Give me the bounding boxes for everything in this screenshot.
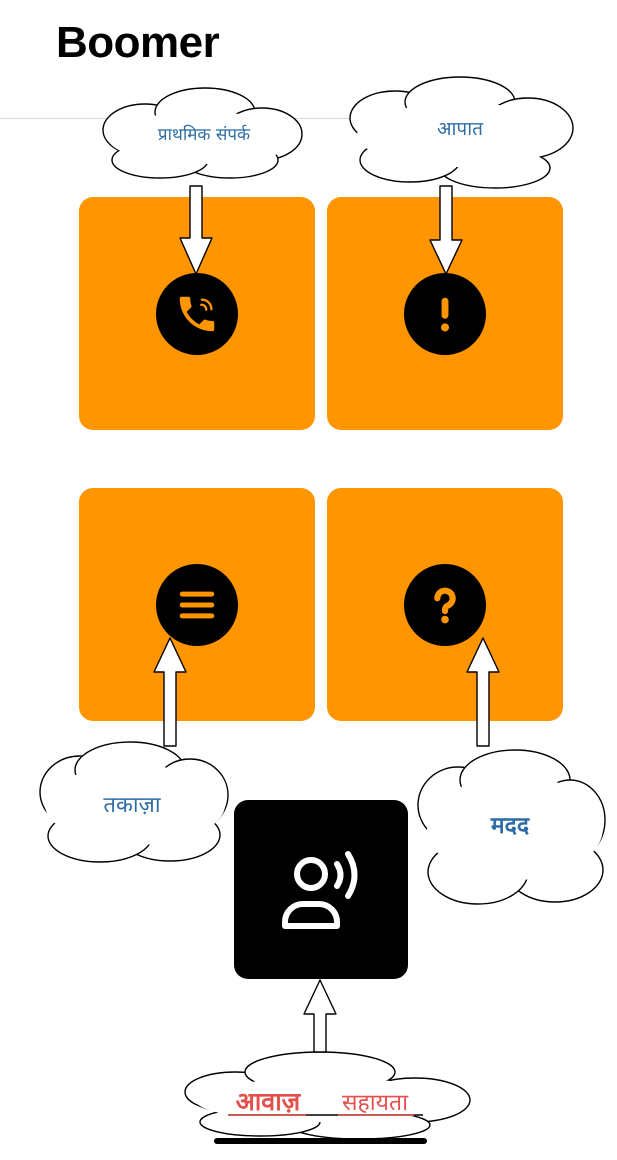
label-emergency: आपात (437, 118, 484, 140)
menu-lines-icon (156, 563, 238, 646)
label-demand: तकाज़ा (103, 793, 160, 818)
arrow-voice (303, 979, 337, 1053)
demand-tile[interactable] (79, 488, 315, 721)
voice-assist-icon (282, 850, 358, 929)
label-help: मदद (490, 813, 530, 839)
cloud-help (417, 749, 606, 905)
cloud-emergency (349, 76, 574, 189)
header-divider (0, 118, 420, 119)
cloud-voice-assistance (184, 1051, 471, 1140)
phone-icon (156, 272, 238, 355)
home-indicator[interactable] (214, 1138, 427, 1144)
exclamation-icon (404, 272, 486, 355)
label-voice-word1: आवाज़ (236, 1087, 302, 1116)
label-voice-word2: सहायता (342, 1090, 409, 1116)
voice-assist-button[interactable] (234, 800, 408, 979)
emergency-tile[interactable] (327, 197, 563, 430)
cloud-demand (39, 741, 229, 863)
primary-contact-tile[interactable] (79, 197, 315, 430)
help-tile[interactable] (327, 488, 563, 721)
label-primary-contact: प्राथमिक संपर्क (158, 124, 251, 145)
question-icon (404, 563, 486, 646)
app-title: Boomer (56, 18, 220, 67)
cloud-primary-contact (102, 87, 303, 179)
